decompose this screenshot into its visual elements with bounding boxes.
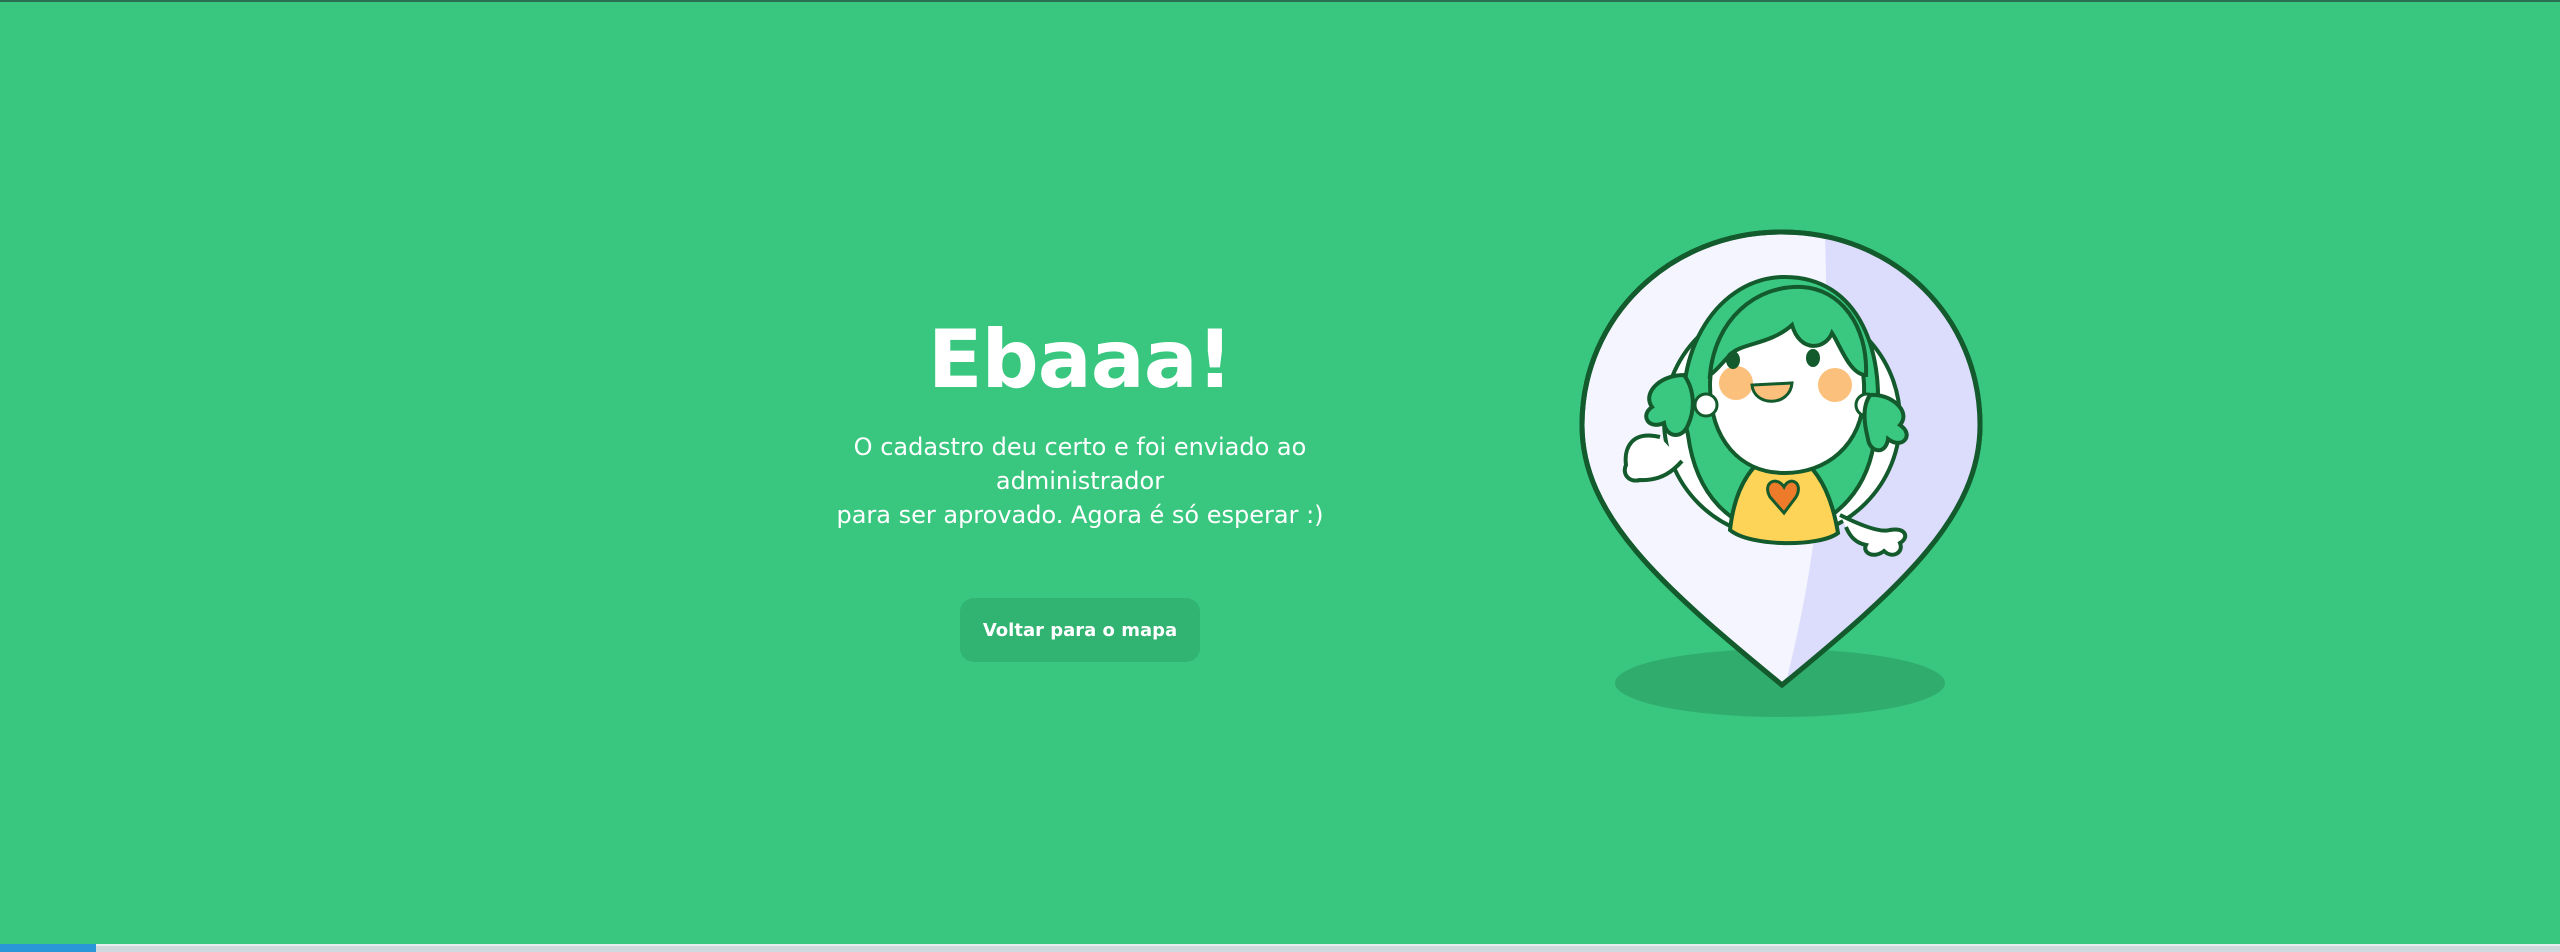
map-pin-character-icon	[1570, 225, 2000, 725]
success-page: Ebaaa! O cadastro deu certo e foi enviad…	[0, 0, 2560, 952]
message-line-2: para ser aprovado. Agora é só esperar :)	[836, 501, 1324, 529]
success-content: Ebaaa! O cadastro deu certo e foi enviad…	[780, 310, 1380, 662]
back-to-map-button[interactable]: Voltar para o mapa	[960, 598, 1200, 662]
page-title: Ebaaa!	[927, 313, 1233, 406]
success-message: O cadastro deu certo e foi enviado ao ad…	[780, 430, 1380, 532]
bottom-status-strip	[0, 944, 2560, 952]
progress-accent	[0, 944, 96, 952]
top-border	[0, 0, 2560, 2]
message-line-1: O cadastro deu certo e foi enviado ao ad…	[853, 433, 1307, 495]
